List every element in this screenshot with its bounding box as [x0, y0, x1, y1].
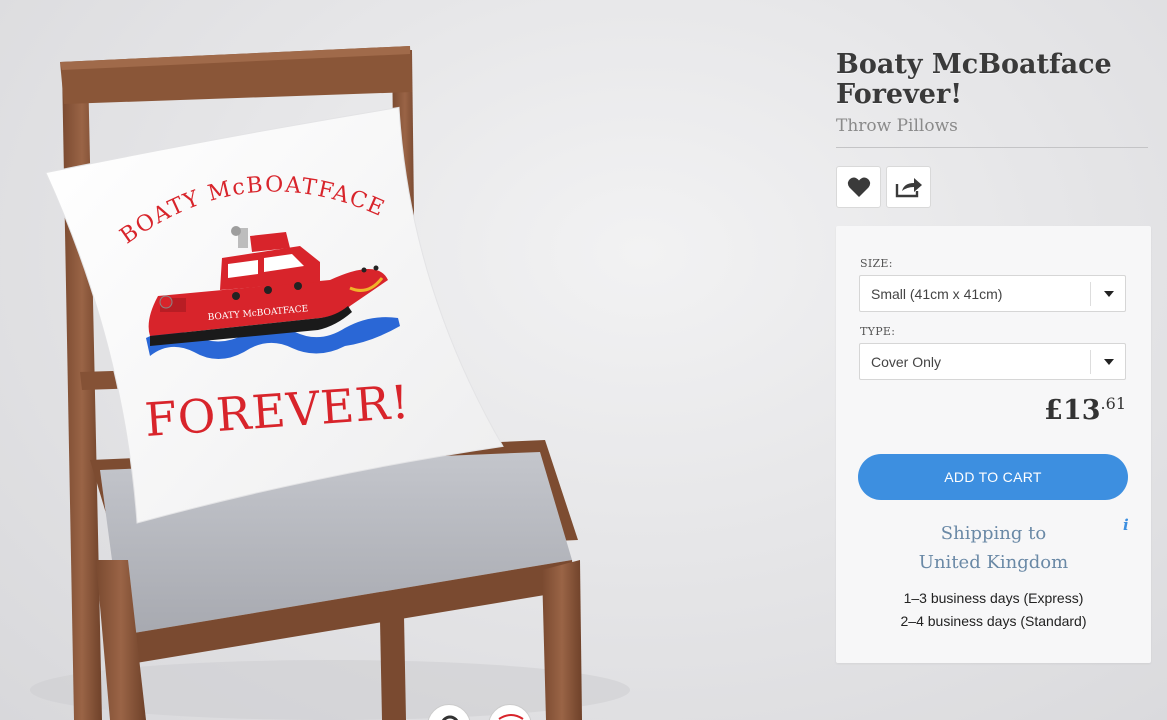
shipping-heading-line1: Shipping to	[940, 523, 1047, 544]
share-button[interactable]	[886, 166, 931, 208]
product-image: BOATY McBOATFACE BOATY McBOATFACE FOREVE…	[0, 0, 820, 720]
size-select-value: Small (41cm x 41cm)	[871, 286, 1003, 302]
product-title-line1: Boaty McBoatface	[836, 49, 1112, 80]
price-major: £13	[1044, 395, 1101, 426]
shipping-express: 1–3 business days (Express)	[903, 590, 1084, 606]
add-to-cart-button[interactable]: ADD TO CART	[858, 454, 1128, 500]
shipping-standard: 2–4 business days (Standard)	[900, 613, 1087, 629]
share-icon	[895, 178, 922, 198]
purchase-options-card: SIZE: Small (41cm x 41cm) TYPE: Cover On…	[836, 226, 1151, 663]
product-title-line2: Forever!	[836, 79, 963, 110]
magnifier-icon	[441, 715, 459, 720]
product-category[interactable]: Throw Pillows	[836, 116, 958, 136]
type-select[interactable]: Cover Only	[859, 343, 1126, 380]
size-select[interactable]: Small (41cm x 41cm)	[859, 275, 1126, 312]
divider	[836, 147, 1148, 148]
shipping-country[interactable]: United Kingdom	[836, 552, 1151, 573]
select-separator	[1090, 282, 1091, 306]
chevron-down-icon	[1104, 291, 1114, 297]
select-separator	[1090, 350, 1091, 374]
type-label: TYPE:	[860, 325, 896, 338]
size-label: SIZE:	[860, 257, 893, 270]
heart-icon	[847, 177, 870, 197]
type-select-value: Cover Only	[871, 354, 942, 370]
chair-with-pillow-photo: BOATY McBOATFACE BOATY McBOATFACE FOREVE…	[30, 46, 630, 720]
price: £13.61	[1044, 394, 1126, 426]
thumbnail-artwork[interactable]	[488, 704, 532, 720]
product-title: Boaty McBoatface Forever!	[836, 50, 1136, 110]
thumbnail-zoom[interactable]	[427, 704, 471, 720]
price-minor: .61	[1100, 394, 1126, 413]
chevron-down-icon	[1104, 359, 1114, 365]
favorite-button[interactable]	[836, 166, 881, 208]
artwork-thumbnail-icon	[498, 714, 524, 720]
